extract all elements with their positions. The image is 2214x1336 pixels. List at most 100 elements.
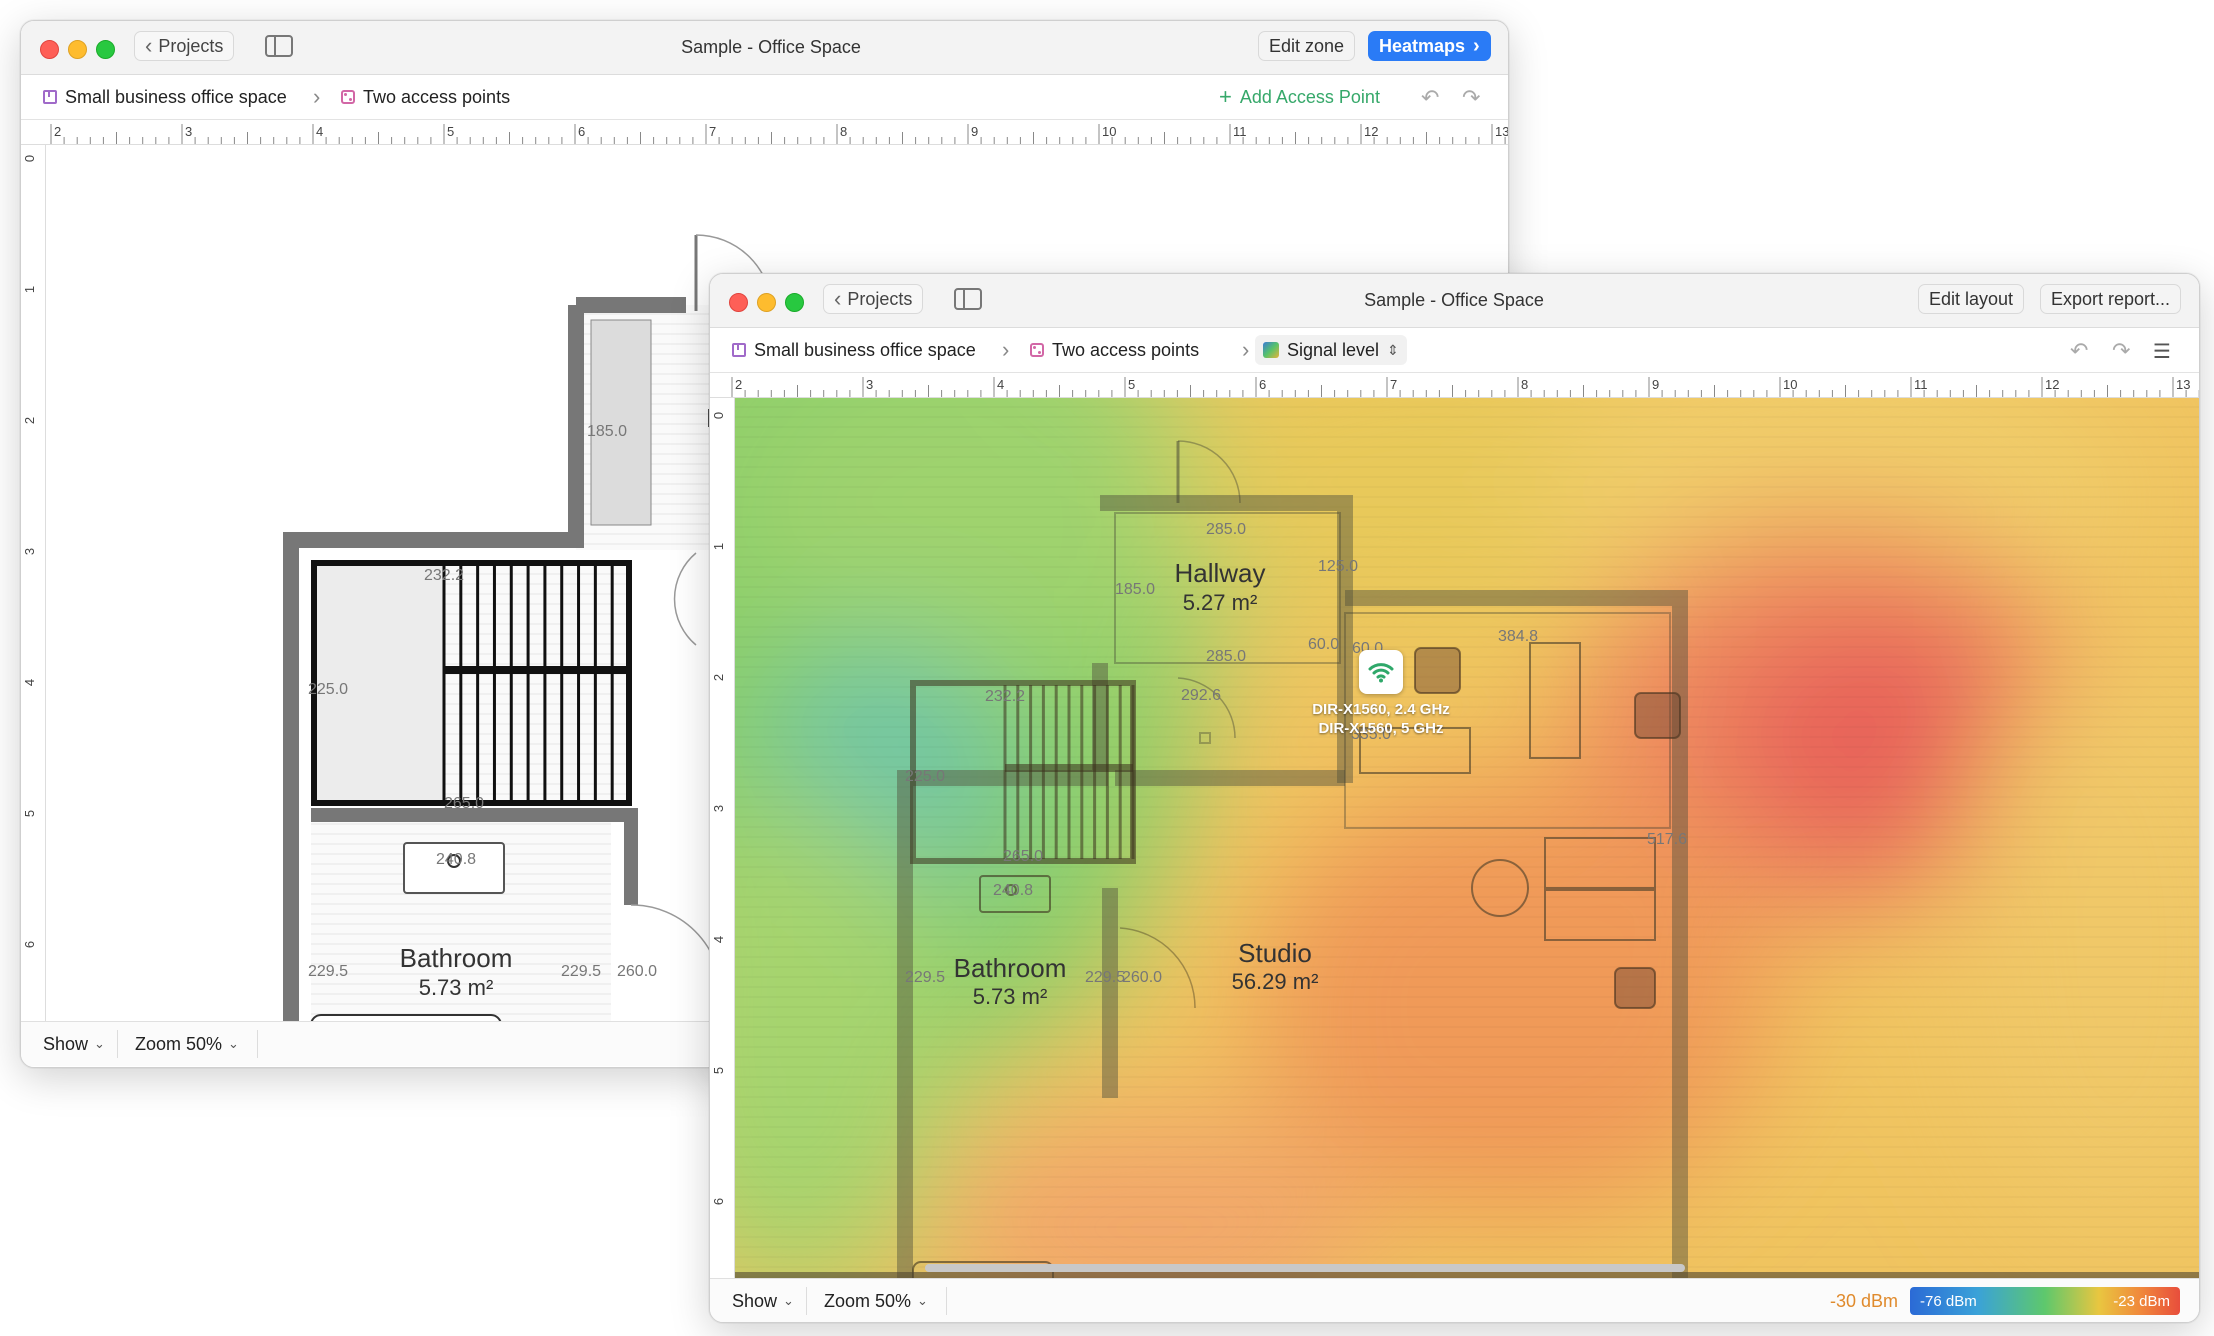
ruler-tick-label: 12 [2045, 377, 2060, 392]
ruler-tick-label: 6 [711, 1197, 727, 1206]
divider [117, 1030, 118, 1058]
floorplan-icon [732, 343, 746, 357]
zoom-menu[interactable]: Zoom 50% ⌄ [135, 1022, 239, 1066]
redo-icon[interactable]: ↷ [1462, 85, 1480, 111]
undo-icon[interactable]: ↶ [2070, 338, 2088, 364]
breadcrumb-scenario-label: Two access points [1052, 339, 1200, 360]
visualization-select[interactable]: Signal level ⇕ [1255, 335, 1407, 365]
dimension-label: 229.5 [308, 963, 349, 980]
add-access-point-label: Add Access Point [1239, 86, 1380, 107]
ruler-tick-label: 2 [711, 673, 727, 682]
dimension-label: 229.5 [561, 963, 602, 980]
ruler-tick-label: 3 [711, 804, 727, 813]
window-title: Sample - Office Space [1364, 290, 1544, 310]
access-point-label: DIR-X1560, 5 GHz [1318, 720, 1444, 737]
projects-back-button[interactable]: ‹ Projects [823, 284, 924, 314]
settings-sliders-icon[interactable]: ☰ [2153, 339, 2171, 364]
breadcrumb-project[interactable]: Small business office space [43, 75, 287, 119]
signal-threshold[interactable]: -30 dBm [1830, 1279, 1898, 1322]
dimension-label: 260.0 [1122, 969, 1163, 986]
ruler-tick-label: 12 [1364, 124, 1379, 139]
ruler-tick-label: 8 [840, 124, 848, 139]
breadcrumb-project-label: Small business office space [65, 86, 287, 107]
ruler-tick-label: 11 [1914, 377, 1928, 392]
ruler-tick-label: 7 [709, 124, 717, 139]
access-points-icon [341, 90, 355, 104]
chevron-right-icon: › [313, 84, 321, 109]
legend-min: -76 dBm [1920, 1292, 1977, 1310]
plus-icon: + [1219, 84, 1232, 109]
ruler-tick-label: 0 [711, 411, 727, 420]
chevron-left-icon: ‹ [834, 286, 842, 311]
horizontal-scrollbar[interactable] [925, 1264, 1685, 1272]
ruler-tick-label: 5 [447, 124, 455, 139]
ruler-tick-label: 2 [735, 377, 743, 392]
show-menu[interactable]: Show ⌄ [43, 1022, 105, 1066]
heatmaps-button[interactable]: Heatmaps › [1368, 31, 1491, 61]
dimension-label: 285.0 [1206, 648, 1247, 665]
edit-layout-button[interactable]: Edit layout [1918, 284, 2025, 314]
ruler-tick-label: 1 [711, 542, 727, 551]
ruler-tick-label: 5 [22, 809, 38, 818]
vertical-ruler: 0 1 2 3 4 5 6 [21, 145, 46, 1041]
close-window-button[interactable] [40, 40, 59, 59]
ruler-ticks [731, 377, 2199, 397]
horizontal-ruler: 2 3 4 5 6 7 8 9 10 11 12 13 [21, 120, 1508, 145]
heatmap-canvas[interactable]: 285.0 185.0 125.0 285.0 60.0 60.0 384.8 … [735, 398, 2199, 1278]
window-title: Sample - Office Space [681, 37, 861, 57]
show-label: Show [732, 1290, 778, 1311]
dimension-label: 285.0 [1206, 521, 1247, 538]
breadcrumb-scenario[interactable]: Two access points [341, 75, 510, 119]
updown-chevron-icon: ⇕ [1387, 341, 1399, 358]
projects-back-button[interactable]: ‹ Projects [134, 31, 235, 61]
redo-icon[interactable]: ↷ [2112, 338, 2130, 364]
heatmap-drawing [735, 398, 2199, 1278]
ruler-tick-label: 5 [1128, 377, 1136, 392]
dimension-label: 240.8 [993, 882, 1034, 899]
dimension-label: 229.5 [1085, 969, 1126, 986]
export-report-button[interactable]: Export report... [2040, 284, 2182, 314]
dimension-label: 265.0 [444, 795, 485, 812]
ruler-tick-label: 1 [22, 285, 38, 294]
dimension-label: 232.2 [985, 688, 1026, 705]
vertical-ruler: 0 1 2 3 4 5 6 [710, 398, 735, 1278]
edit-zone-button[interactable]: Edit zone [1258, 31, 1356, 61]
zoom-label: Zoom 50% [135, 1033, 223, 1054]
chevron-down-icon: ⌄ [917, 1293, 928, 1308]
chevron-down-icon: ⌄ [94, 1036, 105, 1051]
show-label: Show [43, 1033, 89, 1054]
ruler-tick-label: 13 [1495, 124, 1509, 139]
legend-max: -23 dBm [2113, 1292, 2170, 1310]
dimension-label: 125.0 [1318, 558, 1359, 575]
undo-icon[interactable]: ↶ [1421, 85, 1439, 111]
ruler-tick-label: 3 [185, 124, 193, 139]
show-menu[interactable]: Show ⌄ [732, 1279, 794, 1322]
zoom-window-button[interactable] [785, 293, 804, 312]
ruler-tick-label: 3 [866, 377, 874, 392]
ruler-tick-label: 6 [22, 940, 38, 949]
access-point-marker[interactable] [1359, 650, 1403, 694]
zoom-menu[interactable]: Zoom 50% ⌄ [824, 1279, 928, 1322]
minimize-window-button[interactable] [68, 40, 87, 59]
ruler-tick-label: 7 [1390, 377, 1398, 392]
signal-level-icon [1263, 342, 1279, 358]
sidebar-toggle-icon[interactable] [954, 288, 982, 310]
room-area-bathroom: 5.73 m² [418, 975, 494, 1000]
breadcrumb-scenario[interactable]: Two access points [1030, 328, 1199, 372]
ruler-tick-label: 4 [711, 935, 727, 944]
ruler-tick-label: 4 [316, 124, 324, 139]
zoom-window-button[interactable] [96, 40, 115, 59]
sidebar-toggle-icon[interactable] [265, 35, 293, 57]
divider [806, 1287, 807, 1315]
close-window-button[interactable] [729, 293, 748, 312]
ruler-tick-label: 11 [1233, 124, 1247, 139]
add-access-point-button[interactable]: + Add Access Point [1219, 75, 1380, 119]
heatmaps-label: Heatmaps [1379, 35, 1466, 56]
ruler-tick-label: 8 [1521, 377, 1529, 392]
minimize-window-button[interactable] [757, 293, 776, 312]
wifi-icon [1368, 663, 1394, 683]
ruler-tick-label: 0 [22, 154, 38, 163]
dimension-label: 292.6 [1181, 687, 1222, 704]
breadcrumb-project[interactable]: Small business office space [732, 328, 976, 372]
signal-legend[interactable]: -76 dBm -23 dBm [1910, 1287, 2180, 1315]
